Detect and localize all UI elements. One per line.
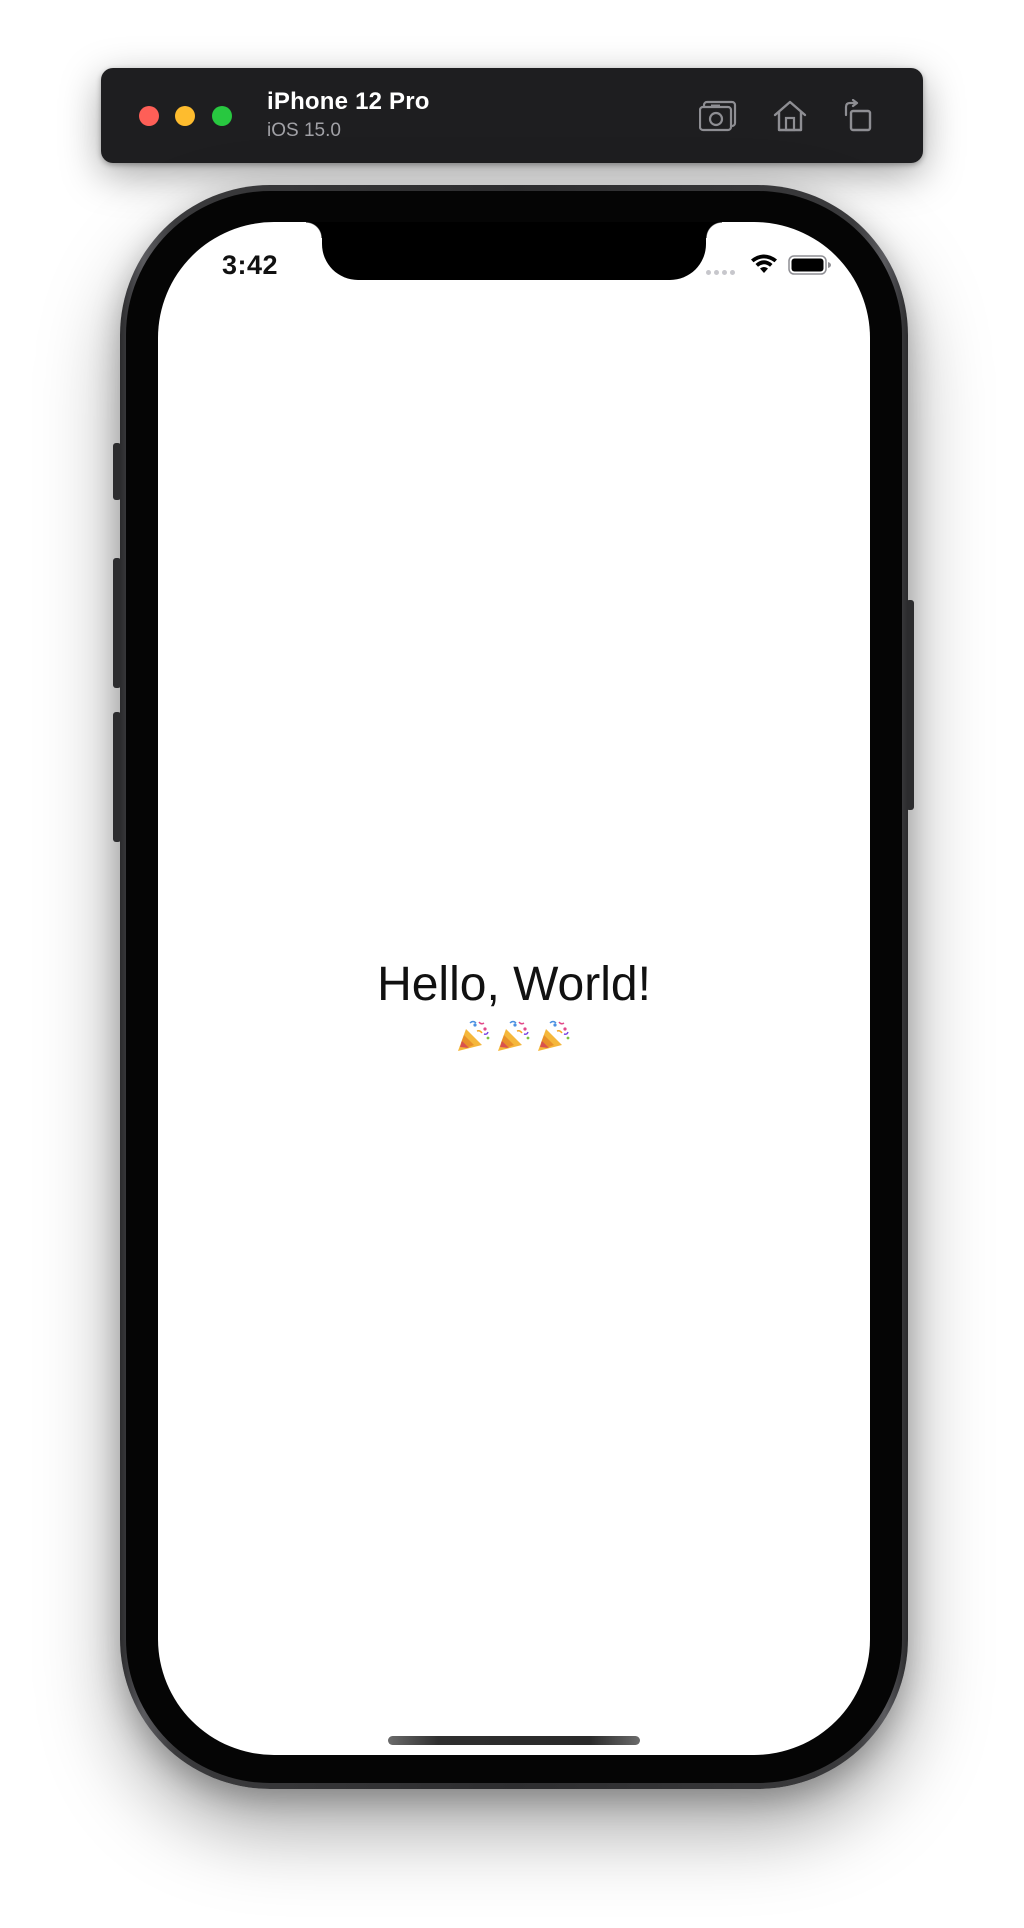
party-popper-icon (498, 1020, 530, 1051)
status-time: 3:42 (222, 250, 279, 280)
emoji-row (158, 1019, 870, 1053)
device-name: iPhone 12 Pro (267, 88, 430, 115)
minimize-window-button[interactable] (175, 106, 195, 126)
party-popper-icon (458, 1020, 490, 1051)
simulator-toolbar: iPhone 12 Pro iOS 15.0 (101, 68, 923, 163)
battery-icon (788, 255, 831, 275)
camera-icon (699, 100, 737, 132)
party-popper-icon (538, 1020, 570, 1051)
home-icon (773, 100, 807, 132)
cellular-signal-icon (706, 270, 735, 275)
notch (306, 222, 722, 280)
rotate-icon (844, 99, 872, 132)
device-screen[interactable]: 3:42 Hello, World! (158, 222, 870, 1755)
maximize-window-button[interactable] (212, 106, 232, 126)
wifi-icon (751, 254, 777, 273)
home-indicator[interactable] (388, 1736, 640, 1745)
os-version: iOS 15.0 (267, 120, 341, 141)
screenshot-button[interactable] (697, 94, 741, 138)
close-window-button[interactable] (139, 106, 159, 126)
greeting-text: Hello, World! (377, 958, 651, 1011)
home-button[interactable] (768, 94, 812, 138)
simulator-window: iPhone 12 Pro iOS 15.0 3:42 Hello, World… (0, 0, 1024, 1928)
main-content: Hello, World! (158, 957, 870, 1053)
rotate-button[interactable] (836, 94, 880, 138)
